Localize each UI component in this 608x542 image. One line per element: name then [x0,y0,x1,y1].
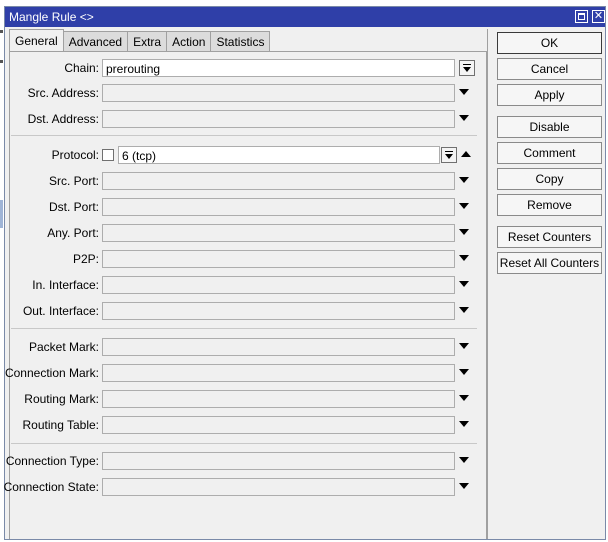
dst-address-row: Dst. Address: [5,110,479,128]
cancel-button[interactable]: Cancel [497,58,602,80]
copy-button[interactable]: Copy [497,168,602,190]
src-port-field[interactable] [102,172,455,190]
connection-type-expand-icon[interactable] [459,457,469,463]
separator [11,135,477,136]
src-address-field[interactable] [102,84,455,102]
packet-mark-row: Packet Mark: [5,338,479,356]
any-port-expand-icon[interactable] [459,229,469,235]
src-address-row: Src. Address: [5,84,479,102]
any-port-field[interactable] [102,224,455,242]
connection-mark-row: Connection Mark: [5,364,479,382]
src-address-expand-icon[interactable] [459,89,469,95]
routing-mark-field[interactable] [102,390,455,408]
dst-port-row: Dst. Port: [5,198,479,216]
tab-extra[interactable]: Extra [127,31,168,51]
protocol-field[interactable]: 6 (tcp) [118,146,440,164]
p2p-expand-icon[interactable] [459,255,469,261]
connection-mark-field[interactable] [102,364,455,382]
p2p-field[interactable] [102,250,455,268]
in-interface-field[interactable] [102,276,455,294]
background-mark [0,60,3,63]
in-interface-row: In. Interface: [5,276,479,294]
chain-label: Chain: [64,61,99,75]
title-bar[interactable]: Mangle Rule <> ✕ [5,7,605,27]
tab-statistics[interactable]: Statistics [210,31,271,51]
dst-port-field[interactable] [102,198,455,216]
apply-button[interactable]: Apply [497,84,602,106]
protocol-row: Protocol: 6 (tcp) [5,146,479,164]
src-port-row: Src. Port: [5,172,479,190]
routing-table-expand-icon[interactable] [459,421,469,427]
out-interface-field[interactable] [102,302,455,320]
tab-advanced[interactable]: Advanced [62,31,129,51]
chain-value: prerouting [106,62,161,76]
dst-address-field[interactable] [102,110,455,128]
protocol-value: 6 (tcp) [122,149,157,163]
p2p-row: P2P: [5,250,479,268]
connection-state-field[interactable] [102,478,455,496]
out-interface-label: Out. Interface: [22,304,99,318]
reset-counters-button[interactable]: Reset Counters [497,226,602,248]
tab-bar: General Advanced Extra Action Statistics [9,29,271,52]
protocol-collapse-icon[interactable] [461,151,471,157]
chain-row: Chain: prerouting [5,59,479,77]
protocol-label: Protocol: [51,148,99,162]
mangle-rule-window: Mangle Rule <> ✕ General Advanced Extra … [4,6,606,540]
connection-state-row: Connection State: [3,478,479,496]
packet-mark-expand-icon[interactable] [459,343,469,349]
src-port-expand-icon[interactable] [459,177,469,183]
window-title: Mangle Rule <> [9,10,94,24]
background-selection [0,200,3,228]
routing-table-row: Routing Table: [5,416,479,434]
maximize-icon[interactable] [575,10,588,23]
ok-button[interactable]: OK [497,32,602,54]
src-port-label: Src. Port: [48,174,99,188]
reset-all-counters-button[interactable]: Reset All Counters [497,252,602,274]
connection-type-label: Connection Type: [5,454,99,468]
connection-state-expand-icon[interactable] [459,483,469,489]
separator [11,443,477,444]
packet-mark-label: Packet Mark: [28,340,99,354]
connection-mark-expand-icon[interactable] [459,369,469,375]
background-mark [0,30,3,33]
close-icon[interactable]: ✕ [592,10,605,23]
out-interface-expand-icon[interactable] [459,307,469,313]
chain-dropdown-icon[interactable] [459,60,475,76]
dst-address-expand-icon[interactable] [459,115,469,121]
chain-field[interactable]: prerouting [102,59,455,77]
dst-port-expand-icon[interactable] [459,203,469,209]
tab-action[interactable]: Action [166,31,212,51]
packet-mark-field[interactable] [102,338,455,356]
any-port-label: Any. Port: [47,226,99,240]
protocol-dropdown-icon[interactable] [441,147,457,163]
remove-button[interactable]: Remove [497,194,602,216]
routing-mark-expand-icon[interactable] [459,395,469,401]
connection-type-row: Connection Type: [5,452,479,470]
routing-mark-row: Routing Mark: [5,390,479,408]
any-port-row: Any. Port: [5,224,479,242]
comment-button[interactable]: Comment [497,142,602,164]
dst-port-label: Dst. Port: [48,200,99,214]
tab-general[interactable]: General [9,29,64,51]
out-interface-row: Out. Interface: [5,302,479,320]
routing-table-label: Routing Table: [22,418,100,432]
in-interface-expand-icon[interactable] [459,281,469,287]
routing-table-field[interactable] [102,416,455,434]
disable-button[interactable]: Disable [497,116,602,138]
routing-mark-label: Routing Mark: [24,392,99,406]
connection-type-field[interactable] [102,452,455,470]
button-column-divider [487,29,488,539]
in-interface-label: In. Interface: [32,278,99,292]
protocol-negate-checkbox[interactable] [102,149,114,161]
src-address-label: Src. Address: [27,86,99,100]
connection-state-label: Connection State: [3,480,99,494]
separator [11,328,477,329]
connection-mark-label: Connection Mark: [4,366,99,380]
p2p-label: P2P: [72,252,99,266]
dst-address-label: Dst. Address: [27,112,99,126]
